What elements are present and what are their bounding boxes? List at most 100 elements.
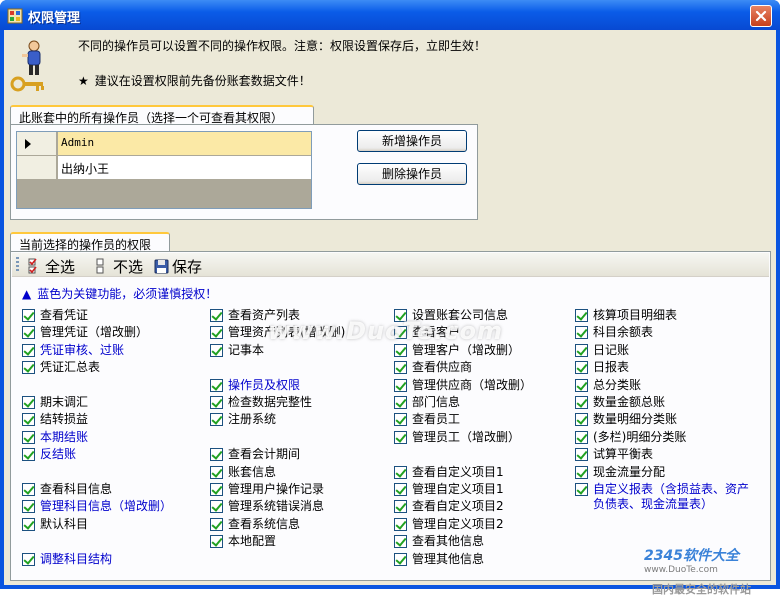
permission-checkbox[interactable]: 查看其他信息	[394, 534, 570, 549]
checkbox-checked-icon[interactable]	[22, 552, 35, 566]
checkbox-checked-icon[interactable]	[394, 343, 407, 357]
checkbox-checked-icon[interactable]	[394, 413, 407, 427]
checkbox-checked-icon[interactable]	[22, 413, 35, 427]
permission-checkbox[interactable]: 管理供应商（增改删）	[394, 378, 570, 393]
permission-checkbox[interactable]: 默认科目	[22, 517, 202, 532]
checkbox-checked-icon[interactable]	[394, 430, 407, 444]
permission-checkbox[interactable]: 查看员工	[394, 412, 570, 427]
checkbox-checked-icon[interactable]	[210, 535, 223, 549]
row-header[interactable]	[17, 156, 57, 179]
permission-checkbox[interactable]: 查看供应商	[394, 360, 570, 375]
checkbox-checked-icon[interactable]	[575, 361, 588, 375]
permission-checkbox[interactable]: 管理自定义项目2	[394, 517, 570, 532]
permission-checkbox[interactable]: 科目余额表	[575, 325, 755, 340]
checkbox-checked-icon[interactable]	[210, 500, 223, 514]
permission-checkbox[interactable]: (多栏)明细分类账	[575, 430, 755, 445]
permission-checkbox[interactable]: 管理用户操作记录	[210, 482, 390, 497]
permission-checkbox[interactable]: 查看会计期间	[210, 447, 390, 462]
permission-checkbox[interactable]: 核算项目明细表	[575, 308, 755, 323]
checkbox-checked-icon[interactable]	[22, 326, 35, 340]
permission-checkbox[interactable]: 管理自定义项目1	[394, 482, 570, 497]
checkbox-checked-icon[interactable]	[22, 309, 35, 322]
checkbox-checked-icon[interactable]	[22, 430, 35, 444]
title-bar[interactable]: 权限管理	[0, 0, 780, 30]
permission-checkbox[interactable]: 调整科目结构	[22, 552, 202, 567]
checkbox-checked-icon[interactable]	[210, 483, 223, 496]
permission-checkbox[interactable]: 记事本	[210, 343, 390, 358]
close-button[interactable]	[750, 5, 772, 27]
checkbox-checked-icon[interactable]	[394, 517, 407, 531]
checkbox-checked-icon[interactable]	[394, 396, 407, 409]
checkbox-checked-icon[interactable]	[394, 465, 407, 479]
tab-current-permissions[interactable]: 当前选择的操作员的权限	[10, 232, 170, 252]
checkbox-checked-icon[interactable]	[575, 326, 588, 340]
permission-checkbox[interactable]: 试算平衡表	[575, 447, 755, 462]
checkbox-checked-icon[interactable]	[22, 361, 35, 375]
permission-checkbox[interactable]: 自定义报表（含损益表、资产负债表、现金流量表）	[575, 482, 755, 512]
permission-checkbox[interactable]: 查看凭证	[22, 308, 202, 323]
permission-checkbox[interactable]: 管理凭证（增改删）	[22, 325, 202, 340]
permission-checkbox[interactable]: 本期结账	[22, 430, 202, 445]
checkbox-checked-icon[interactable]	[394, 361, 407, 375]
permission-checkbox[interactable]: 反结账	[22, 447, 202, 462]
checkbox-checked-icon[interactable]	[210, 465, 223, 479]
checkbox-checked-icon[interactable]	[210, 378, 223, 392]
checkbox-checked-icon[interactable]	[210, 309, 223, 322]
permission-checkbox[interactable]: 日报表	[575, 360, 755, 375]
permission-checkbox[interactable]: 期末调汇	[22, 395, 202, 410]
checkbox-checked-icon[interactable]	[394, 500, 407, 514]
permission-checkbox[interactable]: 凭证审核、过账	[22, 343, 202, 358]
checkbox-checked-icon[interactable]	[575, 430, 588, 444]
permission-checkbox[interactable]: 管理其他信息	[394, 552, 570, 567]
checkbox-checked-icon[interactable]	[575, 309, 588, 322]
checkbox-checked-icon[interactable]	[22, 500, 35, 514]
table-row[interactable]: Admin	[17, 132, 311, 156]
checkbox-checked-icon[interactable]	[575, 343, 588, 357]
checkbox-checked-icon[interactable]	[210, 343, 223, 357]
checkbox-checked-icon[interactable]	[210, 448, 223, 462]
checkbox-checked-icon[interactable]	[394, 483, 407, 496]
permission-checkbox[interactable]: 管理系统错误消息	[210, 499, 390, 514]
permission-checkbox[interactable]: 查看系统信息	[210, 517, 390, 532]
checkbox-checked-icon[interactable]	[575, 448, 588, 462]
permission-checkbox[interactable]: 凭证汇总表	[22, 360, 202, 375]
table-row[interactable]: 出纳小王	[17, 156, 311, 180]
permission-checkbox[interactable]: 查看科目信息	[22, 482, 202, 497]
checkbox-checked-icon[interactable]	[210, 396, 223, 409]
checkbox-checked-icon[interactable]	[575, 378, 588, 392]
checkbox-checked-icon[interactable]	[22, 483, 35, 496]
checkbox-checked-icon[interactable]	[575, 413, 588, 427]
permission-checkbox[interactable]: 管理员工（增改删）	[394, 430, 570, 445]
checkbox-checked-icon[interactable]	[22, 343, 35, 357]
checkbox-checked-icon[interactable]	[22, 396, 35, 409]
permission-checkbox[interactable]: 结转损益	[22, 412, 202, 427]
permission-checkbox[interactable]: 管理科目信息（增改删）	[22, 499, 202, 514]
permission-checkbox[interactable]: 数量金额总账	[575, 395, 755, 410]
operator-name-cell[interactable]: Admin	[58, 132, 311, 155]
tab-operators[interactable]: 此账套中的所有操作员（选择一个可查看其权限）	[10, 105, 314, 125]
permission-checkbox[interactable]: 检查数据完整性	[210, 395, 390, 410]
checkbox-checked-icon[interactable]	[394, 552, 407, 566]
permission-checkbox[interactable]: 数量明细分类账	[575, 412, 755, 427]
permission-checkbox[interactable]: 本地配置	[210, 534, 390, 549]
checkbox-checked-icon[interactable]	[394, 535, 407, 549]
select-all-button[interactable]: 全选	[28, 256, 75, 276]
permission-checkbox[interactable]: 管理客户（增改删）	[394, 343, 570, 358]
row-header[interactable]	[17, 132, 57, 155]
save-button[interactable]: 保存	[154, 256, 202, 276]
checkbox-checked-icon[interactable]	[575, 396, 588, 409]
permission-checkbox[interactable]: 操作员及权限	[210, 378, 390, 393]
permission-checkbox[interactable]: 注册系统	[210, 412, 390, 427]
permission-checkbox[interactable]: 日记账	[575, 343, 755, 358]
operator-name-cell[interactable]: 出纳小王	[58, 156, 311, 179]
checkbox-checked-icon[interactable]	[394, 378, 407, 392]
checkbox-checked-icon[interactable]	[210, 517, 223, 531]
add-operator-button[interactable]: 新增操作员	[357, 130, 467, 152]
permission-checkbox[interactable]: 部门信息	[394, 395, 570, 410]
toolbar-grip[interactable]	[16, 257, 19, 273]
checkbox-checked-icon[interactable]	[575, 483, 588, 496]
select-none-button[interactable]: 不选	[96, 256, 143, 276]
checkbox-checked-icon[interactable]	[210, 326, 223, 340]
permission-checkbox[interactable]: 查看自定义项目1	[394, 465, 570, 480]
checkbox-checked-icon[interactable]	[22, 517, 35, 531]
